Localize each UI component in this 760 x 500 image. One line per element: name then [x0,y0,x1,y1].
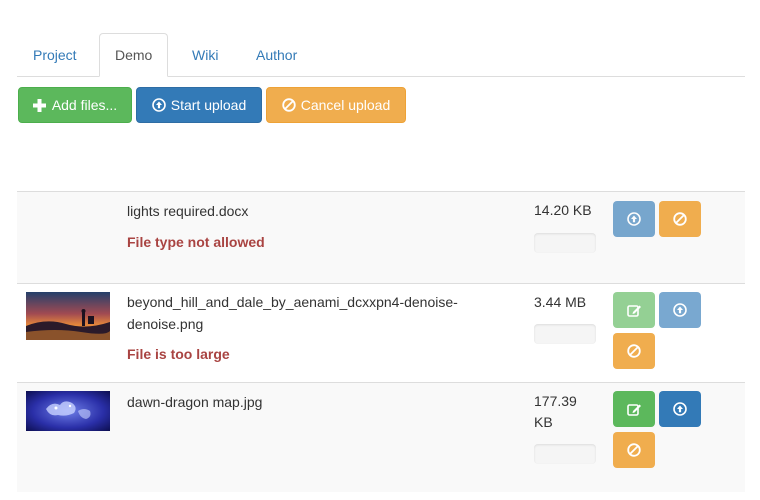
start-upload-label: Start upload [170,97,247,113]
edit-icon [626,303,642,318]
edit-button[interactable] [613,292,655,328]
tab-author[interactable]: Author [240,33,313,77]
cancel-button[interactable] [659,201,701,237]
upload-button[interactable] [659,391,701,427]
cancel-upload-label: Cancel upload [300,97,391,113]
progress-bar [534,324,596,344]
file-error: File type not allowed [127,234,265,250]
progress-bar [534,233,596,253]
file-size: 14.20 KB [534,202,592,218]
cancel-button[interactable] [613,432,655,468]
file-name: lights required.docx [127,203,249,219]
upload-circle-icon [627,212,641,226]
upload-circle-icon [151,98,166,112]
upload-button[interactable] [613,201,655,237]
edit-button[interactable] [613,391,655,427]
file-name: beyond_hill_and_dale_by_aenami_dcxxpn4-d… [127,294,458,332]
file-size: 3.44 MB [534,294,587,310]
table-row: beyond_hill_and_dale_by_aenami_dcxxpn4-d… [17,283,745,382]
file-size: 177.39 KB [534,393,577,430]
tab-wiki[interactable]: Wiki [176,33,234,77]
table-row: lights required.docx File type not allow… [17,191,745,283]
ban-icon [627,443,641,457]
table-row: dawn-dragon map.jpg 177.39 KB [17,382,745,492]
plus-icon [33,98,47,112]
progress-bar [534,444,596,464]
ban-icon [673,212,687,226]
start-upload-button[interactable]: Start upload [136,87,262,123]
upload-circle-icon [673,402,687,416]
cancel-button[interactable] [613,333,655,369]
tab-project[interactable]: Project [17,33,93,77]
edit-icon [626,402,642,417]
tab-demo[interactable]: Demo [99,33,169,77]
file-name: dawn-dragon map.jpg [127,394,263,410]
add-files-label: Add files... [51,97,118,113]
thumbnail-sunset-landscape[interactable] [26,292,110,340]
file-error: File is too large [127,346,230,362]
cancel-upload-button[interactable]: Cancel upload [266,87,406,123]
nav-tabs: Project Demo Wiki Author [17,33,745,77]
upload-button[interactable] [659,292,701,328]
upload-circle-icon [673,303,687,317]
add-files-button[interactable]: Add files... [18,87,132,123]
thumbnail-blue-map[interactable] [26,391,110,431]
ban-icon [282,98,296,112]
ban-icon [627,344,641,358]
